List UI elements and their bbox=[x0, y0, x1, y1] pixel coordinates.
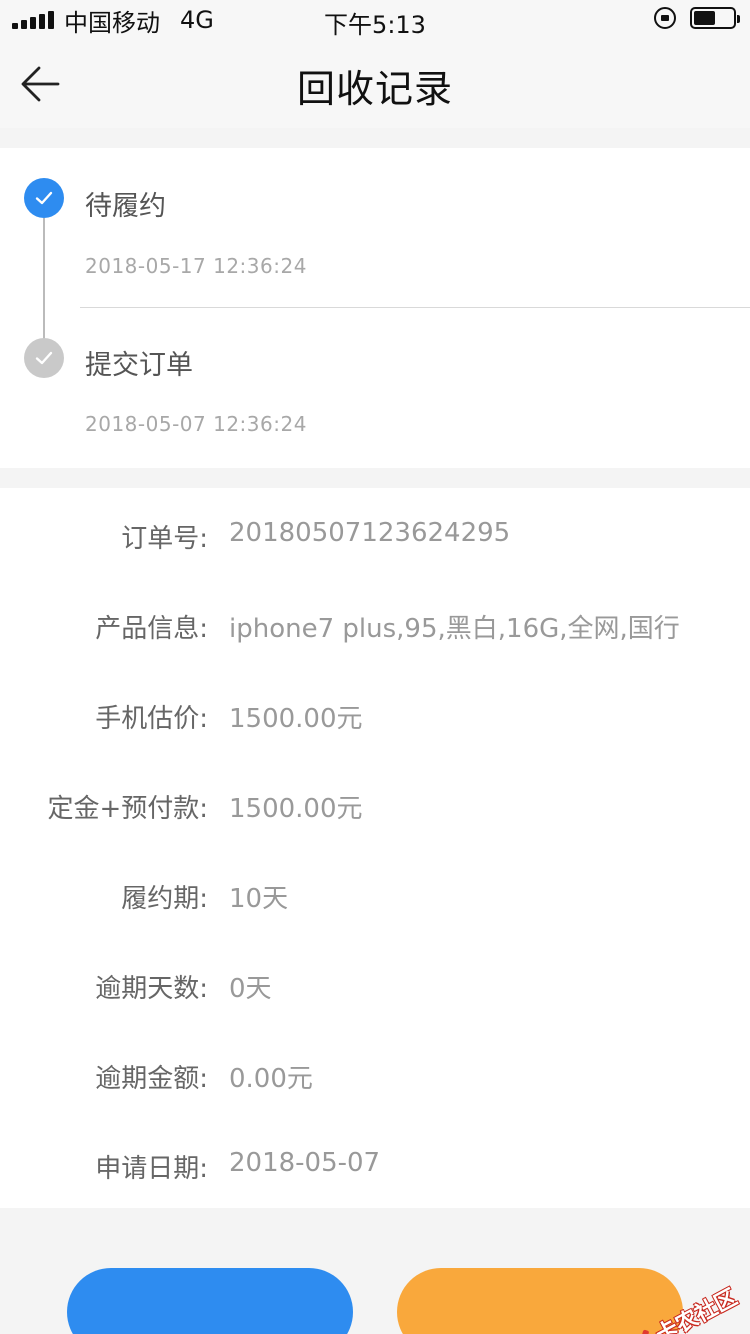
detail-label: 手机估价: bbox=[95, 704, 208, 734]
detail-value: 10天 bbox=[229, 884, 289, 914]
step-time: 2018-05-17 12:36:24 bbox=[85, 254, 307, 278]
check-icon bbox=[35, 351, 53, 365]
detail-label: 逾期天数: bbox=[95, 974, 208, 1004]
status-time: 下午5:13 bbox=[324, 11, 426, 39]
detail-label: 逾期金额: bbox=[95, 1064, 208, 1094]
detail-value: 20180507123624295 bbox=[229, 518, 511, 548]
detail-row-apply-date: 申请日期: 2018-05-07 bbox=[0, 1148, 750, 1188]
battery-icon bbox=[690, 7, 740, 29]
detail-label: 产品信息: bbox=[95, 614, 208, 644]
page-title: 回收记录 bbox=[296, 67, 453, 111]
detail-value: 2018-05-07 bbox=[229, 1148, 381, 1178]
detail-row-overdue-days: 逾期天数: 0天 bbox=[0, 968, 750, 1008]
step-title: 提交订单 bbox=[85, 350, 193, 381]
detail-label: 申请日期: bbox=[95, 1154, 208, 1184]
timeline-connector bbox=[43, 218, 45, 340]
detail-label: 订单号: bbox=[121, 524, 208, 554]
primary-action-button[interactable] bbox=[67, 1268, 353, 1334]
step-status-circle bbox=[24, 178, 64, 218]
secondary-action-button[interactable] bbox=[397, 1268, 683, 1334]
step-status-circle bbox=[24, 338, 64, 378]
order-timeline: 待履约 2018-05-17 12:36:24 提交订单 2018-05-07 … bbox=[0, 148, 750, 468]
nav-bar: 回收记录 bbox=[0, 40, 750, 128]
check-icon bbox=[35, 191, 53, 205]
divider bbox=[80, 307, 750, 308]
detail-value: 0天 bbox=[229, 974, 272, 1004]
detail-value: iphone7 plus,95,黑白,16G,全网,国行 bbox=[229, 614, 680, 644]
detail-label: 履约期: bbox=[121, 884, 208, 914]
step-time: 2018-05-07 12:36:24 bbox=[85, 412, 307, 436]
detail-value: 1500.00元 bbox=[229, 704, 363, 734]
detail-value: 0.00元 bbox=[229, 1064, 313, 1094]
step-title: 待履约 bbox=[85, 191, 166, 222]
bottom-actions bbox=[0, 1208, 750, 1334]
status-right bbox=[654, 7, 740, 29]
detail-row-estimated-price: 手机估价: 1500.00元 bbox=[0, 698, 750, 738]
order-details: 订单号: 20180507123624295 产品信息: iphone7 plu… bbox=[0, 488, 750, 1208]
detail-row-deposit: 定金+预付款: 1500.00元 bbox=[0, 788, 750, 828]
detail-row-product-info: 产品信息: iphone7 plus,95,黑白,16G,全网,国行 bbox=[0, 608, 750, 648]
detail-label: 定金+预付款: bbox=[47, 794, 208, 824]
detail-value: 1500.00元 bbox=[229, 794, 363, 824]
rotation-lock-icon bbox=[654, 7, 676, 29]
detail-row-fulfillment-period: 履约期: 10天 bbox=[0, 878, 750, 918]
detail-row-overdue-amount: 逾期金额: 0.00元 bbox=[0, 1058, 750, 1098]
status-bar: 中国移动 4G 下午5:13 bbox=[0, 0, 750, 40]
detail-row-order-number: 订单号: 20180507123624295 bbox=[0, 518, 750, 558]
